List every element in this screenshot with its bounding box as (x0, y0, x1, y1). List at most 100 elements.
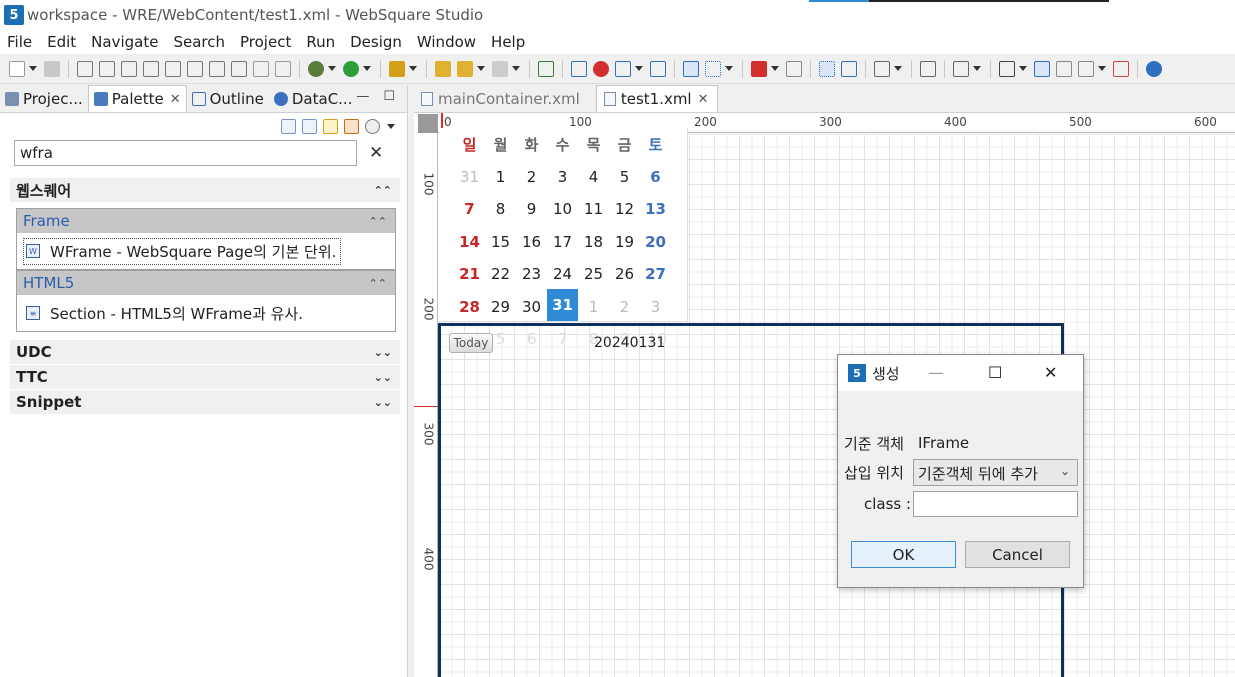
calendar-day[interactable]: 25 (578, 265, 609, 283)
zoom-icon[interactable] (953, 60, 969, 77)
tab-outline[interactable]: Outline (187, 85, 269, 112)
calendar-day[interactable]: 30 (516, 298, 547, 316)
group-websquare[interactable]: 웹스퀘어 ⌃⌃ (10, 178, 400, 202)
menu-window[interactable]: Window (417, 33, 476, 51)
grid-dropdown-icon[interactable] (1019, 66, 1027, 71)
calendar-day[interactable]: 1 (485, 168, 516, 186)
calendar-day[interactable]: 1 (578, 298, 609, 316)
close-icon[interactable]: ✕ (1044, 363, 1057, 382)
gear-icon[interactable] (365, 119, 380, 134)
calendar-day[interactable]: 19 (609, 233, 640, 251)
menu-navigate[interactable]: Navigate (91, 33, 158, 51)
calendar-day[interactable]: 2 (516, 168, 547, 186)
sync-icon[interactable] (323, 119, 338, 134)
back-nav-icon[interactable] (435, 60, 451, 77)
ruler-dropdown-icon[interactable] (1098, 66, 1106, 71)
tab-datacollection[interactable]: DataC... (269, 85, 358, 112)
layout-icon-5[interactable] (165, 60, 181, 77)
calendar-day[interactable]: 15 (485, 233, 516, 251)
expand-all-icon[interactable] (302, 119, 317, 134)
debug-icon[interactable] (308, 60, 324, 77)
prev-edit-icon[interactable] (457, 60, 473, 77)
layer-icon[interactable] (1034, 60, 1050, 77)
calendar-day[interactable]: 2 (609, 298, 640, 316)
calendar-day[interactable]: 13 (640, 200, 671, 218)
browser-dropdown-icon[interactable] (635, 66, 643, 71)
calendar-day[interactable]: 20 (640, 233, 671, 251)
select-mode-icon[interactable] (683, 60, 699, 77)
group-ttc[interactable]: TTC ⌄⌄ (10, 365, 400, 389)
collapse-all-icon[interactable] (281, 119, 296, 134)
calendar-day[interactable]: 17 (547, 233, 578, 251)
group-udc[interactable]: UDC ⌄⌄ (10, 340, 400, 364)
palette-item-wframe[interactable]: W WFrame - WebSquare Page의 기본 단위. (17, 233, 395, 269)
save-icon[interactable] (44, 60, 60, 77)
new-file-icon[interactable] (9, 60, 25, 77)
pen-dropdown-icon[interactable] (409, 66, 417, 71)
layout-icon-1[interactable] (77, 60, 93, 77)
calendar-day[interactable]: 5 (609, 168, 640, 186)
component-icon[interactable] (920, 60, 936, 77)
maximize-icon[interactable]: ☐ (383, 89, 395, 104)
layout-icon-10[interactable] (275, 60, 291, 77)
calendar-day[interactable]: 16 (516, 233, 547, 251)
ruler-icon[interactable] (1078, 60, 1094, 77)
date-input-value[interactable]: 20240131 (594, 335, 665, 351)
calendar-day[interactable]: 9 (516, 200, 547, 218)
forward-nav-icon[interactable] (492, 60, 508, 77)
forward-dropdown-icon[interactable] (512, 66, 520, 71)
calendar-day[interactable]: 12 (609, 200, 640, 218)
menu-project[interactable]: Project (240, 33, 291, 51)
tab-main-container[interactable]: mainContainer.xml (414, 85, 588, 112)
text-select-icon[interactable] (841, 60, 857, 77)
calendar-day[interactable]: 3 (640, 298, 671, 316)
layout-icon-8[interactable] (231, 60, 247, 77)
tab-palette[interactable]: Palette ✕ (87, 85, 187, 112)
close-icon[interactable]: ✕ (170, 92, 181, 107)
run-icon[interactable] (343, 60, 359, 77)
calendar-day[interactable]: 22 (485, 265, 516, 283)
ok-button[interactable]: OK (851, 541, 956, 568)
calendar-day[interactable]: 28 (454, 298, 485, 316)
calendar-day-selected[interactable]: 31 (547, 289, 578, 321)
tab-test1[interactable]: test1.xml ✕ (595, 85, 718, 112)
preview-icon[interactable] (571, 60, 587, 77)
layout-icon-4[interactable] (143, 60, 159, 77)
tab-project[interactable]: Projec... (0, 85, 88, 112)
maximize-icon[interactable]: ☐ (988, 363, 1002, 382)
menu-file[interactable]: File (7, 33, 32, 51)
section-header-html5[interactable]: HTML5 ⌃⌃ (17, 271, 395, 295)
palette-search-input[interactable]: wfra (14, 140, 357, 166)
view-menu-dropdown-icon[interactable] (387, 124, 395, 129)
browser-icon[interactable] (615, 60, 631, 77)
link-icon[interactable] (751, 60, 767, 77)
calendar-day[interactable]: 3 (547, 168, 578, 186)
calendar-day[interactable]: 4 (578, 168, 609, 186)
menu-search[interactable]: Search (173, 33, 225, 51)
section-header-frame[interactable]: Frame ⌃⌃ (17, 209, 395, 233)
calendar-day[interactable]: 29 (485, 298, 516, 316)
menu-help[interactable]: Help (491, 33, 525, 51)
menu-run[interactable]: Run (306, 33, 335, 51)
calendar-day[interactable]: 6 (640, 168, 671, 186)
menu-design[interactable]: Design (350, 33, 402, 51)
zoom-dropdown-icon[interactable] (973, 66, 981, 71)
grid-icon[interactable] (999, 60, 1015, 77)
calendar-day[interactable]: 10 (547, 200, 578, 218)
grid-apps-icon[interactable] (650, 60, 666, 77)
clear-search-icon[interactable]: ✕ (369, 143, 383, 163)
layout-icon-9[interactable] (253, 60, 269, 77)
settings-script-icon[interactable] (344, 119, 359, 134)
class-input[interactable] (913, 491, 1078, 517)
marquee-dropdown-icon[interactable] (725, 66, 733, 71)
unlink-icon[interactable] (786, 60, 802, 77)
calendar-day[interactable]: 7 (454, 200, 485, 218)
menu-edit[interactable]: Edit (47, 33, 76, 51)
calendar-day[interactable]: 11 (578, 200, 609, 218)
minimize-icon[interactable]: — (928, 363, 944, 382)
select-box-icon[interactable] (819, 60, 835, 77)
calendar-day[interactable]: 23 (516, 265, 547, 283)
back-dropdown-icon[interactable] (477, 66, 485, 71)
table-icon[interactable] (1113, 60, 1129, 77)
record-icon[interactable] (593, 60, 609, 77)
